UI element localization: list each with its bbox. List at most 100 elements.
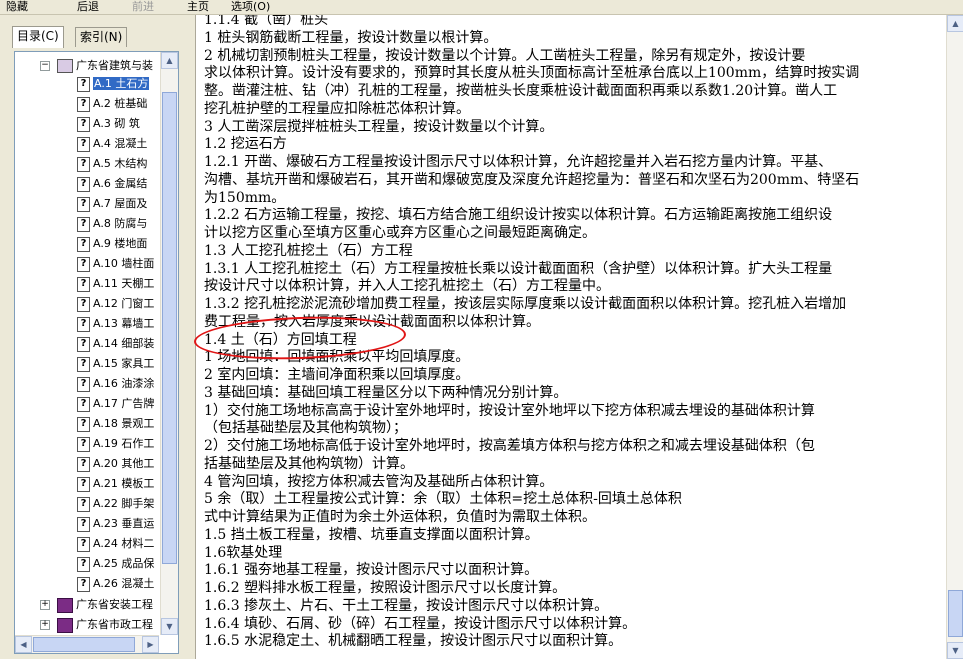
tree-topic-item[interactable]: ? A.19 石作工: [77, 434, 154, 454]
back-button[interactable]: 后退: [77, 0, 99, 14]
question-page-icon: ?: [77, 576, 90, 592]
tree-topic-label: A.12: [93, 297, 118, 310]
topic-line: 2 机械切割预制桩头工程量，按设计数量以个计算。人工凿桩头工程量，除另有规定外，…: [204, 47, 806, 64]
tree-topic-item[interactable]: ? A.16 油漆涂: [77, 374, 154, 394]
book-closed-icon: [57, 617, 73, 633]
content-vertical-scrollbar[interactable]: ▲ ▼: [946, 15, 963, 659]
tree-topic-label: A.11: [93, 277, 118, 290]
book-open-icon: [57, 59, 73, 73]
tree-topic-item[interactable]: ? A.7 屋面及: [77, 194, 147, 214]
tree-topic-title: 金属结: [114, 177, 148, 190]
expand-icon[interactable]: +: [40, 600, 50, 610]
tree-topic-item[interactable]: ? A.13 幕墙工: [77, 314, 154, 334]
scroll-up-icon[interactable]: ▲: [947, 15, 963, 32]
question-page-icon: ?: [77, 96, 90, 112]
tree-horizontal-scrollbar[interactable]: ◀ ▶: [15, 635, 159, 653]
tree-topic-label: A.3: [93, 117, 111, 130]
question-page-icon: ?: [77, 256, 90, 272]
expand-icon[interactable]: +: [40, 620, 50, 630]
tree-topic-title: 垂直运: [121, 517, 155, 530]
scroll-left-icon[interactable]: ◀: [15, 636, 32, 653]
home-button[interactable]: 主页: [187, 0, 209, 14]
tree-topic-item[interactable]: ? A.2 桩基础: [77, 94, 147, 114]
tree-topic-label: A.8: [93, 217, 111, 230]
tab-index[interactable]: 索引(N): [75, 27, 128, 47]
tree-scroll-thumb[interactable]: [162, 92, 177, 564]
tree-topic-item[interactable]: ? A.11 天棚工: [77, 274, 154, 294]
question-page-icon: ?: [77, 176, 90, 192]
topic-line: 1.1.4 截（凿）桩头: [204, 15, 329, 28]
question-page-icon: ?: [77, 396, 90, 412]
tree-topic-label: A.15: [93, 357, 118, 370]
question-page-icon: ?: [77, 516, 90, 532]
hide-button[interactable]: 隐藏: [6, 0, 28, 14]
tree-vertical-scrollbar[interactable]: ▲ ▼: [160, 52, 178, 635]
question-page-icon: ?: [77, 476, 90, 492]
tree-hscroll-thumb[interactable]: [33, 637, 135, 652]
tree-topic-item[interactable]: ? A.18 景观工: [77, 414, 154, 434]
tree-topic-title: 混凝土: [114, 137, 148, 150]
topic-line: 1.3 人工挖孔桩挖土（石）方工程: [204, 242, 413, 259]
topic-line: 1 场地回填：回填面积乘以平均回填厚度。: [204, 349, 470, 366]
options-menu[interactable]: 选项(O): [231, 0, 270, 14]
tree-topic-label: A.5: [93, 157, 111, 170]
tree-topic-item[interactable]: ? A.15 家具工: [77, 354, 154, 374]
navigation-pane: 目录(C) 索引(N) − 广东省建筑与装 ? A.1 土石方? A.2 桩基础? A…: [0, 15, 190, 659]
question-page-icon: ?: [77, 216, 90, 232]
tree-topic-label: A.7: [93, 197, 111, 210]
tree-topic-item[interactable]: ? A.14 细部装: [77, 334, 154, 354]
tree-topic-item[interactable]: ? A.24 材料二: [77, 534, 154, 554]
tree-topic-item[interactable]: ? A.22 脚手架: [77, 494, 154, 514]
question-page-icon: ?: [77, 556, 90, 572]
topic-line: 整。凿灌注桩、钻（冲）孔桩的工程量，按凿桩头长度乘桩设计截面面积再乘以系数1.2…: [204, 83, 838, 99]
tree-topic-label: A.19: [93, 437, 118, 450]
tree-topic-item[interactable]: ? A.20 其他工: [77, 454, 154, 474]
question-page-icon: ?: [77, 376, 90, 392]
tree-topic-item[interactable]: ? A.23 垂直运: [77, 514, 154, 534]
topic-line: 挖孔桩护壁的工程量应扣除桩芯体积计算。: [204, 100, 470, 117]
tree-topic-item[interactable]: ? A.5 木结构: [77, 154, 147, 174]
tree-topic-item[interactable]: ? A.3 砌 筑: [77, 114, 140, 134]
tree-topic-title: 混凝土: [121, 577, 155, 590]
question-page-icon: ?: [77, 196, 90, 212]
tree-topic-label: A.21: [93, 477, 118, 490]
collapse-icon[interactable]: −: [40, 61, 50, 71]
book-closed-icon: [57, 597, 73, 613]
topic-line: 1.6.5 水泥稳定土、机械翻晒工程量，按设计图示尺寸以面积计算。: [204, 633, 623, 650]
tree-topic-item[interactable]: ? A.1 土石方: [77, 74, 150, 94]
tree-topic-item[interactable]: ? A.6 金属结: [77, 174, 147, 194]
scroll-down-icon[interactable]: ▼: [161, 618, 178, 635]
question-page-icon: ?: [77, 336, 90, 352]
tree-topic-label: A.10: [93, 257, 118, 270]
scroll-up-icon[interactable]: ▲: [161, 52, 178, 69]
tree-topic-label: A.1: [94, 77, 112, 90]
tree-topic-item[interactable]: ? A.9 楼地面: [77, 234, 147, 254]
tree-topic-item[interactable]: ? A.21 模板工: [77, 474, 154, 494]
tree-topic-item[interactable]: ? A.10 墙柱面: [77, 254, 154, 274]
topic-line: 3 人工凿深层搅拌桩桩头工程量，按设计数量以个计算。: [204, 118, 554, 135]
content-scroll-thumb[interactable]: [948, 590, 963, 637]
question-page-icon: ?: [77, 236, 90, 252]
topic-line: 1.6.4 填砂、石屑、砂（碎）石工程量，按设计图示尺寸以体积计算。: [204, 615, 637, 632]
tree-topic-title: 脚手架: [121, 497, 155, 510]
tree-topic-title: 家具工: [121, 357, 155, 370]
tree-topic-item[interactable]: ? A.12 门窗工: [77, 294, 154, 314]
tree-topic-label: A.18: [93, 417, 118, 430]
tree-topic-item[interactable]: ? A.26 混凝土: [77, 574, 154, 594]
tree-topic-item[interactable]: ? A.8 防腐与: [77, 214, 147, 234]
scroll-down-icon[interactable]: ▼: [947, 642, 963, 659]
topic-line: 求以体积计算。设计没有要求的，预算时其长度从桩头顶面标高计至桩承台底以上100m…: [204, 65, 860, 82]
tree-topic-title: 广告牌: [121, 397, 155, 410]
tree-topic-title: 楼地面: [114, 237, 148, 250]
tree-topic-title: 桩基础: [114, 97, 148, 110]
tab-contents[interactable]: 目录(C): [12, 26, 64, 48]
tree-topic-item[interactable]: ? A.17 广告牌: [77, 394, 154, 414]
scroll-right-icon[interactable]: ▶: [142, 636, 159, 653]
tree-topic-item[interactable]: ? A.4 混凝土: [77, 134, 147, 154]
topic-line: 费工程量，按入岩厚度乘以设计截面面积以体积计算。: [204, 313, 540, 330]
topic-line: 2）交付施工场地标高低于设计室外地坪时，按高差填方体积与挖方体积之和减去埋设基础…: [204, 438, 815, 454]
question-page-icon: ?: [77, 156, 90, 172]
forward-button[interactable]: 前进: [132, 0, 154, 14]
tree-topic-item[interactable]: ? A.25 成品保: [77, 554, 154, 574]
topic-line: 1.3.1 人工挖孔桩挖土（石）方工程量按桩长乘以设计截面面积（含护壁）以体积计…: [204, 260, 833, 277]
